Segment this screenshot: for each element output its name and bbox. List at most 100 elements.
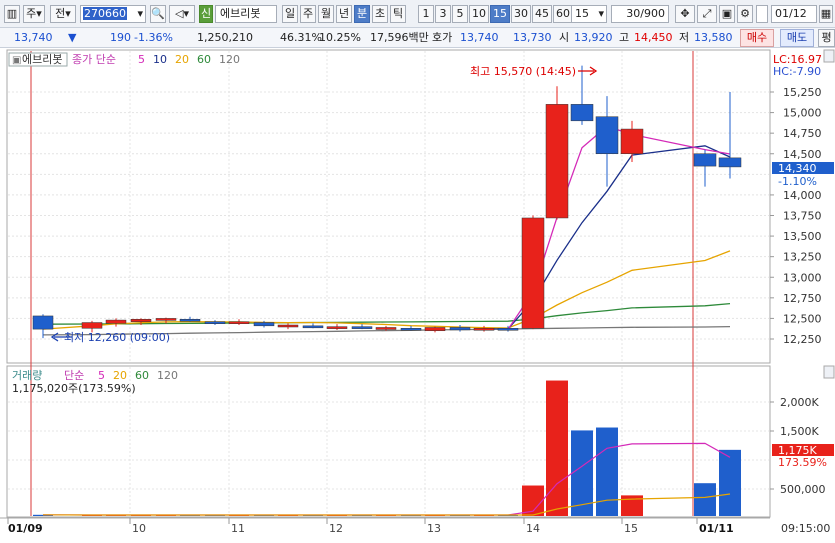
price-tick-label: 13,250 [783,251,822,264]
candle-body [81,322,103,329]
interval-button-45[interactable]: 45 [532,5,552,23]
time-axis: 01/09 10 11 12 13 14 15 01/11 [0,517,770,540]
volume-scroll-button[interactable] [823,365,835,379]
time-axis-label: 14 [526,522,540,535]
save-icon[interactable]: ▣ [719,5,735,23]
change-rate: -1.36% [134,31,173,44]
volume-value: 1,250,210 [197,31,253,44]
volume-legend-ma: 단순 [64,369,84,382]
interval-button-30[interactable]: 30 [511,5,531,23]
calendar-icon[interactable]: ▦ [819,5,833,23]
prev-label: 전 [55,7,66,20]
candle-body [595,116,619,154]
count-field[interactable]: 30/900 [611,5,669,23]
market-select[interactable]: 주▾ [23,5,45,23]
legend-stock-name: 에브리봇 [22,53,62,66]
price-tick-label: 15,000 [783,107,822,120]
period-button-4[interactable]: 분 [354,5,370,23]
period-button-2[interactable]: 월 [318,5,334,23]
interval-button-60[interactable]: 60 [553,5,573,23]
candle-body [277,324,299,328]
toolbar: ▥ 주▾ 전▾ 270660 ▾ 🔍 ◁▾ 신 에브리봇 일주월년분초틱 1351… [0,0,835,28]
candle-body [130,318,152,322]
volume-tick-label: 500,000 [780,483,826,496]
candle-body [521,217,545,329]
price-tick-label: 13,750 [783,210,822,223]
quote-bar: 13,740 ▼ 190 -1.36% 1,250,210 46.31% 10.… [0,28,835,48]
legend-ma-label: 종가 단순 [72,53,116,66]
sound-icon[interactable]: ◁▾ [169,5,195,23]
legend-icon: ▣ [12,55,21,66]
period-button-6[interactable]: 틱 [390,5,406,23]
candle-body [473,328,495,331]
period-button-1[interactable]: 주 [300,5,316,23]
chevron-down-icon[interactable]: ▾ [598,6,606,22]
candle-body [204,321,226,324]
hc-label: HC:-7.90 [773,65,821,78]
candle-body [228,321,250,324]
legend-ma-5: 5 [138,53,145,66]
sell-button[interactable]: 매도 [780,29,814,47]
high-price: 14,450 [634,31,673,44]
low-price: 13,580 [694,31,733,44]
stock-name-field: 에브리봇 [215,5,277,23]
interval-button-3[interactable]: 3 [435,5,451,23]
period-button-3[interactable]: 년 [336,5,352,23]
layout-icon[interactable]: ▥ [4,5,20,23]
date-field[interactable]: 01/12 [771,5,817,23]
trade-amount: 17,596백만 [370,31,429,44]
volume-legend-ma-120: 120 [157,369,178,382]
time-axis-label: 01/11 [699,522,734,535]
candle-body [449,327,471,331]
price-tick-label: 15,250 [783,86,822,99]
buy-button[interactable]: 매수 [740,29,774,47]
stock-code-value: 270660 [83,7,127,20]
interval-select[interactable]: 15 ▾ [571,5,607,23]
candle-chart[interactable]: 15,250 15,000 14,750 14,500 14,000 13,750 13,5… [0,48,835,540]
volume-bar [596,427,618,516]
current-price: 13,740 [14,31,53,44]
interval-button-15[interactable]: 15 [490,5,510,23]
candle-body [351,326,373,329]
volume-legend-ma-20: 20 [113,369,127,382]
interval-button-5[interactable]: 5 [452,5,468,23]
ask-label: 호가 [432,31,453,44]
draw-icon[interactable]: ⤢ [697,5,717,23]
high-annotation: 최고 15,570 (14:45) [470,65,576,78]
tools-icon[interactable]: ✥ [675,5,695,23]
avg-button[interactable]: 평 [818,29,835,47]
down-arrow-icon: ▼ [68,31,77,44]
volume-summary: 1,175,020주(173.59%) [12,382,136,395]
candle-body [570,104,594,122]
volume-tick-label: 2,000K [780,396,819,409]
open-price: 13,920 [574,31,613,44]
scroll-up-button[interactable] [823,49,835,63]
turnover-rate: 10.25% [319,31,361,44]
gear-icon[interactable]: ⚙ [737,5,753,23]
volume-tick-label: 1,500K [780,425,819,438]
market-label: 주 [26,7,37,20]
candle-body [32,315,54,330]
period-button-0[interactable]: 일 [282,5,298,23]
time-axis-label: 11 [231,522,245,535]
chevron-down-icon[interactable]: ▾ [137,6,145,22]
price-panel [6,49,771,364]
time-axis-label: 12 [329,522,343,535]
interval-button-1[interactable]: 1 [418,5,434,23]
prev-button[interactable]: 전▾ [50,5,76,23]
legend-ma-20: 20 [175,53,189,66]
period-button-5[interactable]: 초 [372,5,388,23]
low-label: 저 [679,31,690,44]
current-volume-ratio: 173.59% [778,456,827,469]
date-checkbox[interactable] [756,5,768,23]
interval-button-10[interactable]: 10 [469,5,489,23]
legend-ma-10: 10 [153,53,167,66]
price-tick-label: 14,750 [783,127,822,140]
open-label: 시 [559,31,570,44]
current-change-tag: -1.10% [778,175,817,188]
volume-legend-name: 거래량 [12,369,42,382]
legend-ma-120: 120 [219,53,240,66]
high-label: 고 [619,31,630,44]
search-icon[interactable]: 🔍 [150,5,166,23]
stock-code-input[interactable]: 270660 ▾ [80,5,146,23]
